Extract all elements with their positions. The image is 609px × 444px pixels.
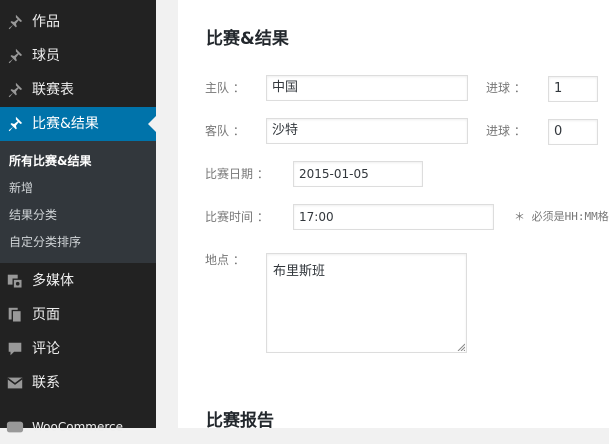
- comment-icon: [8, 342, 22, 356]
- home-team-label: 主队 ：: [205, 81, 245, 95]
- sidebar-item-matches[interactable]: 比赛&结果: [0, 107, 156, 141]
- pages-icon: [8, 307, 22, 323]
- resize-grip-icon[interactable]: [457, 343, 465, 351]
- sidebar-item-woocommerce[interactable]: WooCommerce: [0, 410, 156, 444]
- media-icon: [7, 274, 23, 289]
- pin-icon: [8, 48, 23, 64]
- venue-label: 地点 ：: [205, 253, 245, 267]
- pin-icon: [8, 116, 23, 132]
- venue-value: 布里斯班: [273, 264, 326, 279]
- mail-icon: [7, 377, 23, 389]
- away-goals-input[interactable]: 0: [548, 119, 598, 145]
- report-section-title: 比赛报告: [206, 411, 274, 431]
- time-format-hint: ＊ 必须是HH:MM格式: [514, 210, 609, 223]
- sidebar-item-label: 多媒体: [32, 273, 74, 289]
- sidebar-item-label: 球员: [32, 48, 60, 64]
- home-goals-label: 进球 ：: [486, 81, 526, 95]
- match-time-input[interactable]: 17:00: [293, 204, 494, 230]
- sidebar-item-league-table[interactable]: 联赛表: [0, 73, 156, 107]
- match-date-input[interactable]: 2015-01-05: [293, 161, 423, 187]
- home-team-input[interactable]: 中国: [266, 75, 468, 101]
- venue-textarea[interactable]: 布里斯班: [266, 253, 467, 353]
- sidebar-item-label: 页面: [32, 307, 60, 323]
- sidebar-item-label: 比赛&结果: [32, 116, 99, 132]
- pin-icon: [8, 14, 23, 30]
- sidebar-item-contact[interactable]: 联系: [0, 366, 156, 400]
- pin-icon: [8, 82, 23, 98]
- sidebar-item-label: WooCommerce: [32, 420, 123, 434]
- away-goals-label: 进球 ：: [486, 124, 526, 138]
- match-date-label: 比赛日期 ：: [205, 167, 269, 181]
- woo-icon: [6, 421, 24, 433]
- match-time-label: 比赛时间 ：: [205, 210, 269, 224]
- sidebar-item-label: 联系: [32, 375, 60, 391]
- sidebar-item-comments[interactable]: 评论: [0, 332, 156, 366]
- submenu-item-result-categories[interactable]: 结果分类: [9, 207, 57, 223]
- active-arrow: [148, 116, 156, 132]
- away-team-input[interactable]: 沙特: [266, 118, 468, 144]
- section-title: 比赛&结果: [206, 29, 289, 49]
- sidebar-item-media[interactable]: 多媒体: [0, 264, 156, 298]
- sidebar-item-pages[interactable]: 页面: [0, 298, 156, 332]
- home-goals-input[interactable]: 1: [548, 76, 598, 102]
- match-metabox: 比赛&结果 主队 ： 中国 进球 ： 1 客队 ： 沙特 进球 ： 0 比赛日期…: [178, 0, 609, 431]
- sidebar-item-works[interactable]: 作品: [0, 5, 156, 39]
- sidebar-item-players[interactable]: 球员: [0, 39, 156, 73]
- content-gutter: [156, 0, 178, 428]
- submenu-item-all-matches[interactable]: 所有比赛&结果: [9, 153, 91, 169]
- sidebar-item-label: 作品: [32, 14, 60, 30]
- submenu-item-add-new[interactable]: 新增: [9, 180, 33, 196]
- submenu: 所有比赛&结果 新增 结果分类 自定分类排序: [0, 141, 156, 263]
- submenu-item-custom-sort[interactable]: 自定分类排序: [9, 234, 81, 250]
- away-team-label: 客队 ：: [205, 124, 245, 138]
- sidebar-item-label: 联赛表: [32, 82, 74, 98]
- sidebar-item-label: 评论: [32, 341, 60, 357]
- admin-sidebar: 作品 球员 联赛表 比赛&结果 所有比赛&结果 新增 结果分类 自定分类排序 多…: [0, 0, 156, 434]
